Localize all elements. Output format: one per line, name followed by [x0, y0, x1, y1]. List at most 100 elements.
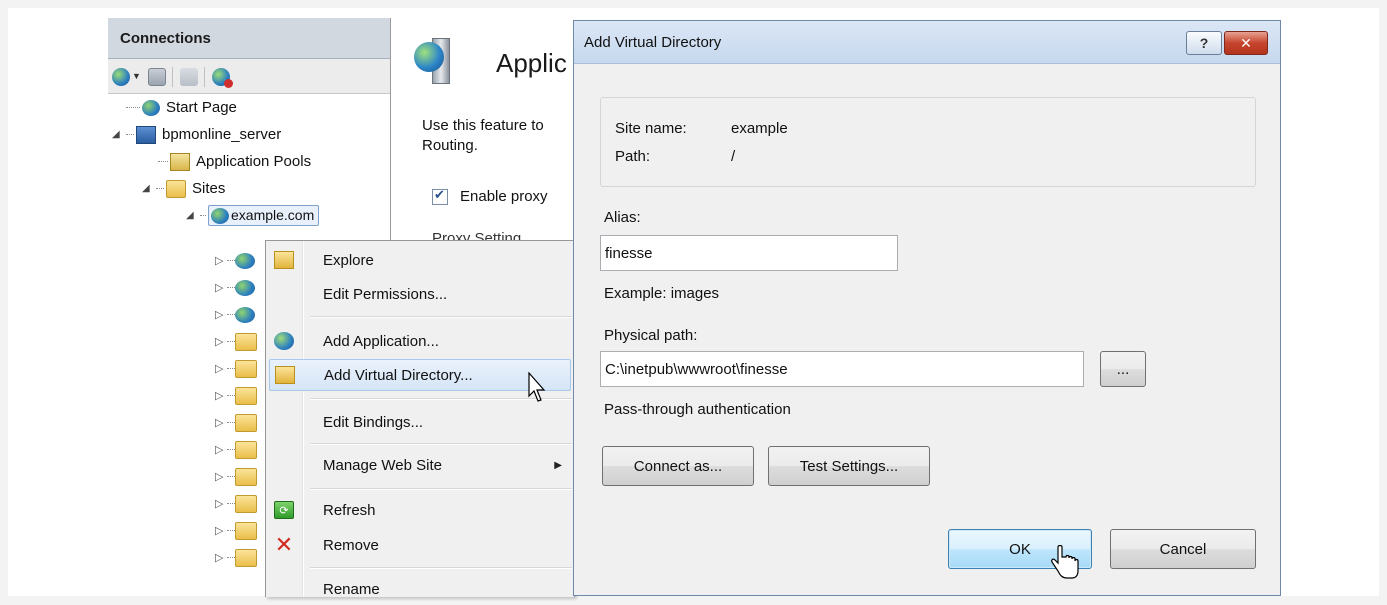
- alias-input[interactable]: finesse: [600, 235, 898, 271]
- tree-node-start-page[interactable]: Start Page: [108, 94, 390, 121]
- tree-connector: [227, 260, 235, 261]
- cancel-button[interactable]: Cancel: [1110, 529, 1256, 569]
- tree-connector: [227, 449, 235, 450]
- save-icon[interactable]: [148, 68, 166, 86]
- tree-node-site[interactable]: ◢ example.com: [108, 202, 390, 229]
- hand-cursor-icon: [1051, 545, 1079, 579]
- help-button[interactable]: ?: [1186, 31, 1222, 55]
- expand-arrow-icon[interactable]: ▷: [215, 254, 227, 267]
- expand-arrow-icon[interactable]: ▷: [215, 524, 227, 537]
- expand-arrow-icon[interactable]: ▷: [215, 470, 227, 483]
- path-value: /: [731, 148, 736, 165]
- menu-item-rename[interactable]: Rename: [266, 573, 572, 605]
- pass-through-authentication-label: Pass-through authentication: [604, 401, 791, 418]
- folder-icon: [235, 521, 257, 540]
- expand-arrow-icon[interactable]: ▷: [215, 389, 227, 402]
- menu-separator: [310, 316, 572, 318]
- selected-site-node[interactable]: example.com: [208, 204, 320, 227]
- remove-icon: ✕: [274, 532, 294, 557]
- expand-arrow-icon[interactable]: ▷: [215, 335, 227, 348]
- menu-item-edit-bindings[interactable]: Edit Bindings...: [266, 406, 572, 438]
- tree-node-server[interactable]: ◢ bpmonline_server: [108, 121, 390, 148]
- feature-title: Applic: [496, 48, 567, 78]
- menu-item-label: Add Virtual Directory...: [324, 366, 473, 384]
- expand-arrow-icon[interactable]: ▷: [215, 497, 227, 510]
- tree-child-node[interactable]: ▷: [215, 355, 265, 382]
- application-pools-icon: [170, 152, 190, 171]
- tree-connector: [227, 503, 235, 504]
- collapse-arrow-icon[interactable]: ◢: [142, 183, 152, 194]
- website-globe-icon: [211, 208, 229, 225]
- submenu-arrow-icon: ▶: [554, 459, 562, 471]
- enable-proxy-checkbox[interactable]: [432, 187, 448, 205]
- tree-child-node[interactable]: ▷: [215, 463, 265, 490]
- connect-as-button[interactable]: Connect as...: [602, 446, 754, 486]
- folder-icon: [235, 548, 257, 567]
- physical-path-input[interactable]: C:\inetpub\wwwroot\finesse: [600, 351, 1084, 387]
- menu-item-manage-web-site[interactable]: Manage Web Site ▶: [266, 449, 572, 481]
- menu-item-refresh[interactable]: ⟳ Refresh: [266, 494, 572, 526]
- menu-item-label: Rename: [323, 580, 380, 598]
- expand-arrow-icon[interactable]: ▷: [215, 443, 227, 456]
- tree-child-node[interactable]: ▷: [215, 490, 265, 517]
- expand-arrow-icon[interactable]: ▷: [215, 416, 227, 429]
- browse-button[interactable]: ...: [1100, 351, 1146, 387]
- tree-node-application-pools[interactable]: Application Pools: [108, 148, 390, 175]
- alias-example-text: Example: images: [604, 285, 720, 302]
- folder-icon: [235, 386, 257, 405]
- dialog-titlebar[interactable]: Add Virtual Directory ? ✕: [574, 21, 1280, 64]
- alias-label: Alias:: [604, 209, 641, 226]
- enable-proxy-label: Enable proxy: [460, 188, 548, 205]
- test-settings-button[interactable]: Test Settings...: [768, 446, 930, 486]
- collapse-arrow-icon[interactable]: ◢: [186, 210, 196, 221]
- tree-child-node[interactable]: ▷: [215, 301, 265, 328]
- toolbar-separator: [172, 67, 173, 87]
- menu-item-add-application[interactable]: Add Application...: [266, 325, 572, 357]
- expand-arrow-icon[interactable]: ▷: [215, 551, 227, 564]
- dropdown-arrow-icon[interactable]: ▼: [132, 71, 141, 81]
- enable-proxy-row[interactable]: Enable proxy: [432, 187, 548, 205]
- menu-item-label: Edit Permissions...: [323, 285, 448, 303]
- up-level-icon[interactable]: [180, 68, 198, 86]
- collapse-arrow-icon[interactable]: ◢: [112, 129, 122, 140]
- menu-blank-icon: [274, 580, 294, 598]
- menu-item-edit-permissions[interactable]: Edit Permissions...: [266, 278, 572, 310]
- toolbar-separator: [204, 67, 205, 87]
- folder-icon: [235, 359, 257, 378]
- tree-child-node[interactable]: ▷: [215, 517, 265, 544]
- feature-description: Use this feature to Routing.: [422, 117, 544, 154]
- tree-child-node[interactable]: ▷: [215, 409, 265, 436]
- tree-child-node[interactable]: ▷: [215, 382, 265, 409]
- expand-arrow-icon[interactable]: ▷: [215, 308, 227, 321]
- menu-item-label: Edit Bindings...: [323, 413, 424, 431]
- folder-icon: [235, 494, 257, 513]
- tree-node-label: Start Page: [166, 99, 237, 116]
- tree-connector: [227, 476, 235, 477]
- tree-connector: [227, 341, 235, 342]
- tree-node-sites[interactable]: ◢ Sites: [108, 175, 390, 202]
- menu-item-label: Remove: [323, 536, 379, 554]
- tree-connector: [227, 368, 235, 369]
- tree-node-label: bpmonline_server: [162, 126, 282, 143]
- application-icon: [235, 252, 255, 269]
- menu-item-add-virtual-directory[interactable]: Add Virtual Directory...: [269, 359, 571, 391]
- menu-item-explore[interactable]: Explore: [266, 244, 572, 276]
- expand-arrow-icon[interactable]: ▷: [215, 281, 227, 294]
- disconnect-badge-icon: [224, 79, 233, 88]
- tree-connector: [227, 557, 235, 558]
- tree-child-node[interactable]: ▷: [215, 436, 265, 463]
- path-label: Path:: [615, 148, 651, 165]
- close-button[interactable]: ✕: [1224, 31, 1268, 55]
- tree-child-node[interactable]: ▷: [215, 544, 265, 571]
- tree-child-node[interactable]: ▷: [215, 274, 265, 301]
- expand-arrow-icon[interactable]: ▷: [215, 362, 227, 375]
- tree-child-node[interactable]: ▷: [215, 328, 265, 355]
- menu-item-label: Manage Web Site: [323, 456, 442, 474]
- menu-item-remove[interactable]: ✕ Remove: [266, 529, 572, 561]
- menu-blank-icon: [274, 285, 294, 303]
- connect-globe-icon[interactable]: [112, 68, 130, 86]
- connections-toolbar: ▼: [108, 59, 390, 94]
- application-icon: [235, 279, 255, 296]
- tree-node-label: Application Pools: [196, 153, 312, 170]
- tree-child-node[interactable]: ▷: [215, 247, 265, 274]
